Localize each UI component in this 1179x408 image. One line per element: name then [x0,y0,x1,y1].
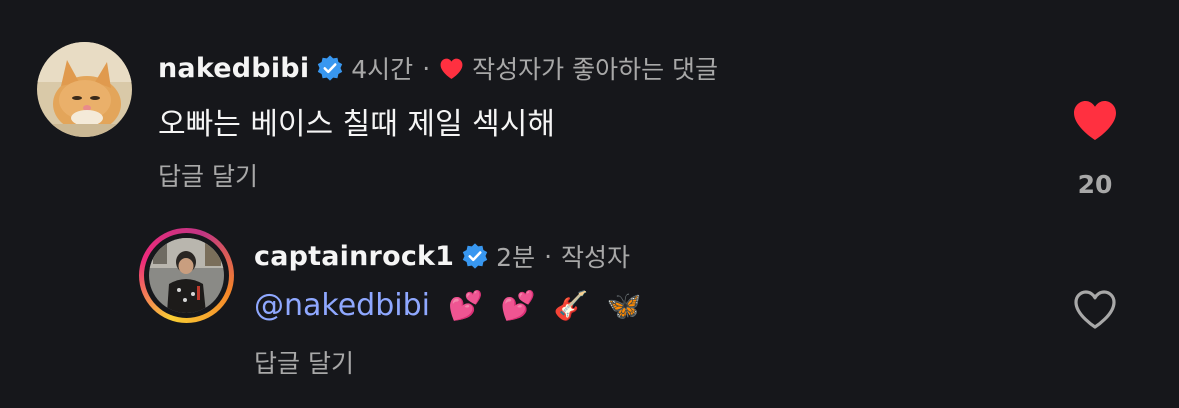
comment-username[interactable]: nakedbibi [158,53,309,84]
reply-button[interactable]: 답글 달기 [158,157,258,193]
heart-outline-icon [1071,287,1119,335]
verified-badge-icon [461,242,489,270]
reply-text: @nakedbibi 💕 💕 🎸 🦋 [254,288,641,323]
emoji: 🎸 [553,289,589,322]
like-count: 20 [1077,170,1113,199]
verified-badge-icon [316,54,344,82]
avatar-captainrock1[interactable] [149,238,224,313]
comment-header: nakedbibi 4시간 · 작성자가 좋아하는 댓글 [158,48,718,88]
comments-screen: nakedbibi 4시간 · 작성자가 좋아하는 댓글 오빠는 베이스 칠때 … [0,0,1179,408]
heart-filled-icon [1071,98,1119,146]
heart-filled-icon [439,57,464,80]
avatar-nakedbibi[interactable] [37,42,132,137]
like-button[interactable] [1068,97,1122,147]
reply-username[interactable]: captainrock1 [254,241,454,272]
liked-by-author-label: 작성자가 좋아하는 댓글 [472,55,719,84]
emoji: 💕 [500,289,536,322]
author-label: 작성자 [561,243,631,272]
separator-dot: · [544,241,553,271]
separator-dot: · [422,53,431,83]
reply-time: 2분 [496,243,536,272]
comment-time: 4시간 [351,55,414,84]
like-button[interactable] [1068,286,1122,336]
emoji: 💕 [447,289,483,322]
reply-header: captainrock1 2분 · 작성자 [254,236,630,276]
mention-link[interactable]: @nakedbibi [254,288,430,323]
emoji: 🦋 [606,289,642,322]
comment-text: 오빠는 베이스 칠때 제일 섹시해 [158,107,555,142]
reply-button[interactable]: 답글 달기 [254,344,354,380]
